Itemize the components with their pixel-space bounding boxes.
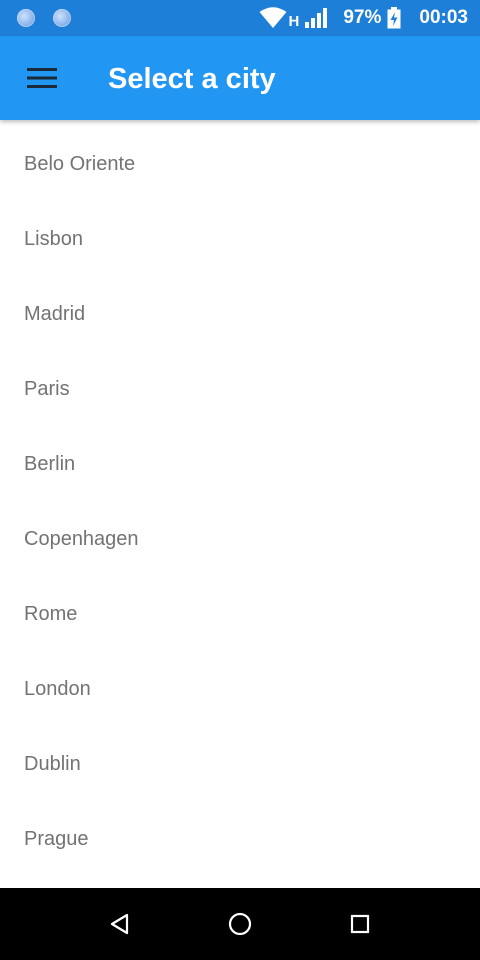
home-button[interactable] xyxy=(216,900,264,948)
recents-square-icon xyxy=(350,914,370,934)
city-item-belo-oriente[interactable]: Belo Oriente xyxy=(0,127,480,202)
city-item-lisbon[interactable]: Lisbon xyxy=(0,202,480,277)
city-list: Belo Oriente Lisbon Madrid Paris Berlin … xyxy=(0,127,480,877)
back-triangle-icon xyxy=(110,913,129,935)
battery-percent: 97% xyxy=(343,7,382,28)
clock: 00:03 xyxy=(419,7,468,28)
notification-icon xyxy=(17,9,35,27)
back-button[interactable] xyxy=(96,900,144,948)
city-item-london[interactable]: London xyxy=(0,652,480,727)
system-nav-bar xyxy=(0,888,480,960)
home-circle-icon xyxy=(228,912,252,936)
app-bar: Select a city xyxy=(0,36,480,120)
city-item-dublin[interactable]: Dublin xyxy=(0,727,480,802)
city-item-madrid[interactable]: Madrid xyxy=(0,277,480,352)
network-type-label: H xyxy=(288,12,300,30)
city-item-rome[interactable]: Rome xyxy=(0,577,480,652)
menu-button[interactable] xyxy=(14,54,70,102)
battery-charging-icon xyxy=(387,7,401,29)
notification-icon xyxy=(53,9,71,27)
signal-icon xyxy=(305,8,328,28)
hamburger-menu-icon xyxy=(27,68,57,88)
status-indicators: H 97% 00:03 xyxy=(259,0,468,36)
city-item-copenhagen[interactable]: Copenhagen xyxy=(0,502,480,577)
city-item-berlin[interactable]: Berlin xyxy=(0,427,480,502)
status-bar: H 97% 00:03 xyxy=(0,0,480,36)
city-item-paris[interactable]: Paris xyxy=(0,352,480,427)
wifi-icon xyxy=(259,7,287,28)
recents-button[interactable] xyxy=(336,900,384,948)
page-title: Select a city xyxy=(108,63,276,95)
city-item-prague[interactable]: Prague xyxy=(0,802,480,877)
